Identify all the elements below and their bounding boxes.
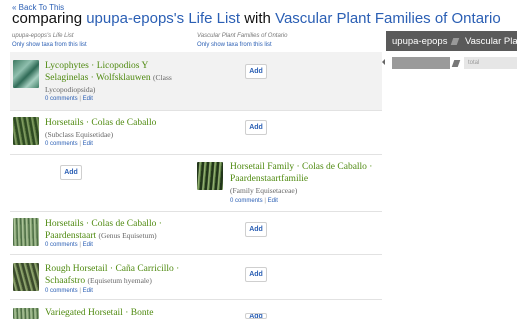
chevron-left-icon[interactable] (382, 59, 385, 65)
other-list-link[interactable]: Vascular Plant Families of Ontario (275, 10, 501, 27)
page-title: comparing upupa-epops's Life List with V… (12, 10, 501, 27)
title-prefix: comparing (12, 10, 83, 27)
left-filter-link[interactable]: Only show taxa from this list (12, 42, 87, 48)
taxon-photo[interactable] (13, 218, 39, 246)
tab-other-list[interactable]: Vascular Pla (465, 36, 517, 47)
taxon-photo[interactable] (13, 308, 39, 319)
edit-link[interactable]: Edit (83, 288, 93, 294)
taxon-name[interactable]: Variegated Horsetail · Bonte (45, 307, 195, 319)
right-column-header: Vascular Plant Families of Ontario (197, 33, 288, 39)
left-column-header: upupa-epops's Life List (12, 33, 74, 39)
add-button[interactable]: Add (245, 222, 267, 237)
legend-swatch-icon (451, 60, 461, 67)
user-count-bar (392, 57, 450, 69)
add-button[interactable]: Add (245, 313, 267, 319)
total-label: total (468, 60, 480, 66)
taxon-name[interactable]: Horsetails · Colas de Caballo · Paardens… (45, 218, 200, 242)
right-filter-link[interactable]: Only show taxa from this list (197, 42, 272, 48)
comments-link[interactable]: 0 comments (45, 96, 78, 102)
row-meta: 0 comments | Edit (45, 288, 93, 294)
taxon-rank: (Genus Equisetum) (98, 231, 157, 240)
taxon-photo[interactable] (197, 162, 223, 190)
row-meta: 0 comments | Edit (45, 242, 93, 248)
add-button[interactable]: Add (245, 267, 267, 282)
comments-link[interactable]: 0 comments (45, 242, 78, 248)
title-with: with (244, 10, 271, 27)
edit-link[interactable]: Edit (83, 141, 93, 147)
edit-link[interactable]: Edit (83, 96, 93, 102)
row-meta: 0 comments | Edit (230, 198, 278, 204)
add-button[interactable]: Add (245, 120, 267, 135)
comments-link[interactable]: 0 comments (45, 288, 78, 294)
comments-link[interactable]: 0 comments (230, 198, 263, 204)
taxon-photo[interactable] (13, 263, 39, 291)
edit-link[interactable]: Edit (268, 198, 278, 204)
stats-panel-tabs: upupa-epops Vascular Pla (386, 31, 517, 51)
taxon-name[interactable]: Horsetail Family · Colas de Caballo · Pa… (230, 161, 380, 197)
tab-user-list[interactable]: upupa-epops (392, 36, 447, 47)
add-button[interactable]: Add (245, 64, 267, 79)
taxon-name[interactable]: Lycophytes · Licopodios Y Selaginelas · … (45, 60, 185, 96)
taxon-rank: (Subclass Equisetidae) (45, 130, 114, 139)
taxon-photo[interactable] (13, 117, 39, 145)
taxon-name[interactable]: Rough Horsetail · Caña Carricillo · Scha… (45, 263, 195, 287)
row-meta: 0 comments | Edit (45, 96, 93, 102)
legend-swatch-icon (450, 38, 460, 45)
taxon-rank: (Family Equisetaceae) (230, 186, 298, 195)
taxon-photo[interactable] (13, 60, 39, 88)
edit-link[interactable]: Edit (83, 242, 93, 248)
taxon-rank: (Equisetum hyemale) (87, 276, 152, 285)
user-list-link[interactable]: upupa-epops's Life List (86, 10, 240, 27)
total-bar: total (464, 57, 517, 69)
taxon-name[interactable]: Horsetails · Colas de Caballo (Subclass … (45, 117, 195, 141)
row-meta: 0 comments | Edit (45, 141, 93, 147)
add-button[interactable]: Add (60, 165, 82, 180)
stats-bar: total (386, 56, 517, 71)
comments-link[interactable]: 0 comments (45, 141, 78, 147)
